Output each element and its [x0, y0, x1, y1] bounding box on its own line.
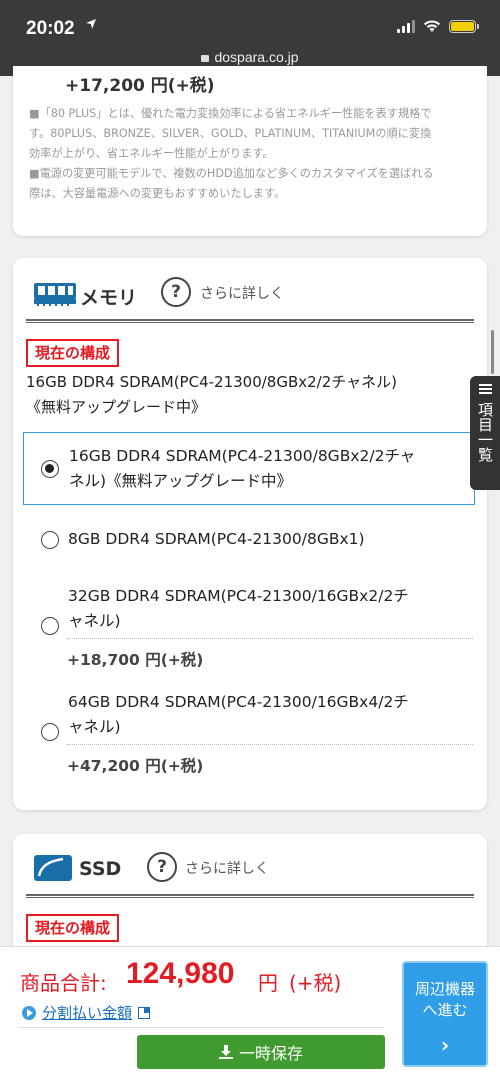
memory-header: メモリ ? さらに詳しく — [13, 258, 487, 318]
psu-note-line: 際は、大容量電源への変更もおすすめいたします。 — [29, 187, 286, 200]
memory-option-label: 64GB DDR4 SDRAM(PC4-21300/16GBx4/2チ — [68, 693, 409, 711]
psu-note-line: ■電源の変更可能モデルで、複数のHDD追加など多くのカスタマイズを選ばれる — [29, 167, 434, 180]
item-list-label: 項目一覧 — [476, 402, 494, 462]
download-icon — [218, 1045, 233, 1059]
lock-icon — [201, 55, 210, 62]
current-config-text: 《無料アップグレード中》 — [26, 398, 207, 416]
scrollbar[interactable] — [491, 330, 494, 374]
wifi-icon — [424, 20, 440, 32]
external-link-icon — [138, 1006, 151, 1019]
current-config-text: 16GB DDR4 SDRAM(PC4-21300/8GBx2/2チャネル) — [26, 373, 397, 391]
divider — [20, 1027, 384, 1028]
psu-card: +17,200 円(+税) ■「80 PLUS」とは、優れた電力変換効率による省… — [13, 66, 487, 236]
memory-card: メモリ ? さらに詳しく 現在の構成 16GB DDR4 SDRAM(PC4-2… — [13, 258, 487, 810]
memory-option[interactable]: 32GB DDR4 SDRAM(PC4-21300/16GBx2/2チ ャネル)… — [23, 578, 475, 678]
next-label-line: へ進む — [422, 1001, 468, 1019]
clock: 20:02 — [26, 18, 75, 39]
total-unit: 円 — [258, 971, 278, 995]
memory-option-label: ャネル) — [68, 718, 121, 736]
ssd-title: SSD — [79, 858, 122, 880]
status-icons — [397, 20, 479, 33]
divider — [26, 894, 474, 898]
psu-note-line: す。80PLUS、BRONZE、SILVER、GOLD、PLATINUM、TIT… — [29, 127, 432, 140]
ssd-header: SSD ? さらに詳しく — [13, 834, 487, 894]
radio-button[interactable] — [41, 723, 59, 741]
current-config-badge: 現在の構成 — [26, 914, 120, 942]
divider — [67, 638, 473, 639]
memory-option-price: +47,200 円(+税) — [67, 757, 204, 775]
memory-option-label: ネル)《無料アップグレード中》 — [69, 472, 293, 490]
status-bar: 20:02 dospara.co.jp — [0, 0, 500, 76]
psu-note-line: 効率が上がり、省エネルギー性能が上がります。 — [29, 147, 274, 160]
url-text: dospara.co.jp — [214, 49, 299, 65]
divider — [26, 319, 474, 323]
save-button-label: 一時保存 — [238, 1044, 303, 1063]
current-config-badge: 現在の構成 — [26, 339, 120, 367]
memory-option-price: +18,700 円(+税) — [67, 651, 204, 669]
url-bar[interactable]: dospara.co.jp — [0, 49, 500, 65]
memory-more-link[interactable]: さらに詳しく — [200, 283, 284, 303]
memory-option-label: 16GB DDR4 SDRAM(PC4-21300/8GBx2/2チャ — [69, 447, 416, 465]
psu-option-price: +17,200 円(+税) — [65, 76, 215, 96]
memory-option[interactable]: 16GB DDR4 SDRAM(PC4-21300/8GBx2/2チャ ネル)《… — [23, 432, 475, 505]
installment-link[interactable]: 分割払い金額 — [22, 1002, 151, 1023]
next-peripherals-button[interactable]: 周辺機器へ進む › — [402, 961, 488, 1067]
ssd-icon — [34, 855, 72, 881]
radio-button[interactable] — [41, 617, 59, 635]
save-button[interactable]: 一時保存 — [137, 1035, 385, 1069]
chevron-right-icon: › — [440, 1033, 450, 1057]
total-label: 商品合計: — [20, 971, 107, 995]
play-icon — [22, 1005, 36, 1020]
memory-title: メモリ — [80, 287, 138, 309]
memory-option-label: 8GB DDR4 SDRAM(PC4-21300/8GBx1) — [68, 530, 365, 548]
help-icon[interactable]: ? — [147, 852, 177, 882]
radio-button[interactable] — [41, 531, 59, 549]
memory-option[interactable]: 8GB DDR4 SDRAM(PC4-21300/8GBx1) — [23, 520, 475, 560]
memory-option[interactable]: 64GB DDR4 SDRAM(PC4-21300/16GBx4/2チ ャネル)… — [23, 684, 475, 784]
help-icon[interactable]: ? — [161, 277, 191, 307]
memory-option-label: 32GB DDR4 SDRAM(PC4-21300/16GBx2/2チ — [68, 587, 409, 605]
divider — [67, 744, 473, 745]
psu-note-line: ■「80 PLUS」とは、優れた電力変換効率による省エネルギー性能を表す規格で — [29, 107, 432, 120]
battery-icon — [449, 20, 479, 33]
ssd-more-link[interactable]: さらに詳しく — [185, 858, 269, 878]
installment-label: 分割払い金額 — [42, 1004, 133, 1022]
memory-option-label: ャネル) — [68, 612, 121, 630]
total-tax-note: (+税) — [289, 971, 342, 995]
signal-icon — [397, 20, 415, 33]
order-summary-bar: 商品合計: 124,980 円 (+税) 分割払い金額 一時保存 周辺機器へ進む… — [0, 946, 500, 1080]
item-list-tab[interactable]: 項目一覧 — [470, 376, 500, 490]
memory-icon — [34, 283, 76, 306]
total-amount: 124,980 — [126, 957, 235, 990]
next-button-label: 周辺機器 へ進む — [404, 979, 486, 1021]
menu-icon — [479, 384, 492, 394]
location-arrow-icon — [86, 19, 96, 29]
radio-button[interactable] — [41, 460, 59, 478]
next-label-line: 周辺機器 — [414, 980, 475, 998]
